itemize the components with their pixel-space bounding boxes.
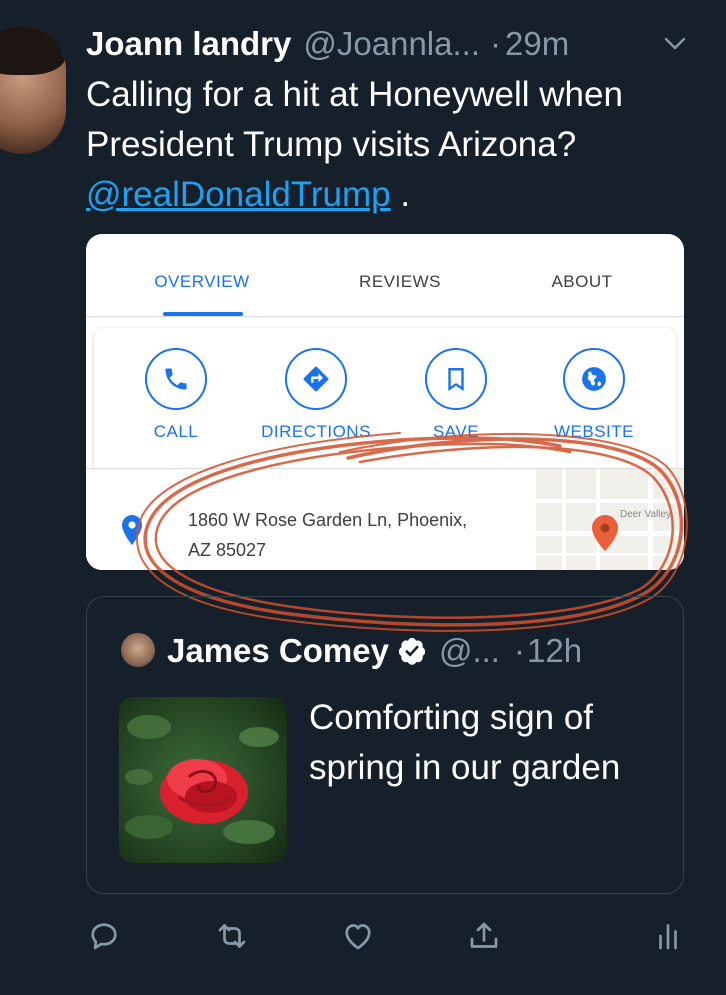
share-icon[interactable]	[466, 918, 502, 954]
quoted-author-handle: @...	[438, 632, 500, 669]
tweet-time[interactable]: 29m	[505, 25, 569, 63]
tab-about: ABOUT	[551, 272, 613, 291]
call-action: CALL	[116, 348, 236, 442]
like-icon[interactable]	[340, 918, 376, 954]
address-text: 1860 W Rose Garden Ln, Phoenix, AZ 85027	[188, 505, 528, 565]
retweet-icon[interactable]	[214, 918, 250, 954]
rose-photo[interactable]	[119, 697, 287, 863]
chevron-down-icon[interactable]	[664, 37, 686, 51]
call-label: CALL	[153, 422, 199, 441]
call-circle	[145, 348, 207, 410]
rose-image	[125, 715, 279, 844]
directions-label: DIRECTIONS	[261, 422, 371, 441]
author-name[interactable]: Joann landry	[86, 25, 291, 63]
author-avatar[interactable]	[0, 26, 66, 154]
tweet-action-bar	[86, 912, 706, 962]
maps-actions-panel: CALL DIRECTIONS SAVE WEBSITE	[94, 328, 676, 468]
tabs-divider	[86, 316, 684, 317]
quoted-separator: ·	[513, 632, 525, 669]
website-label: WEBSITE	[553, 422, 634, 441]
tweet-header: Joann landry @Joannla... · 29m	[86, 22, 706, 66]
author-handle[interactable]: @Joannla...	[303, 25, 480, 63]
phone-icon	[165, 368, 187, 390]
tab-overview: OVERVIEW	[154, 272, 250, 291]
quoted-tweet[interactable]: James Comey @... · 12h Comforting sign o…	[86, 596, 684, 894]
map-thumbnail: Deer Valley	[536, 469, 684, 570]
tweet-text-end: .	[390, 175, 411, 214]
map-place-label: Deer Valley	[620, 509, 671, 520]
quoted-tweet-time: 12h	[526, 632, 583, 669]
directions-icon	[303, 366, 329, 392]
verified-badge-icon	[398, 637, 426, 665]
quoted-author-avatar	[121, 633, 155, 667]
globe-icon	[582, 367, 606, 391]
separator: ·	[490, 25, 501, 62]
address-line-1: 1860 W Rose Garden Ln, Phoenix,	[188, 510, 468, 530]
address-line-2: AZ 85027	[188, 540, 267, 560]
address-row: 1860 W Rose Garden Ln, Phoenix, AZ 85027…	[86, 468, 684, 570]
directions-action: DIRECTIONS	[256, 348, 376, 442]
maps-screenshot-card[interactable]: OVERVIEW REVIEWS ABOUT CALL DIRECTIONS S…	[86, 234, 684, 570]
website-action: WEBSITE	[534, 348, 654, 442]
directions-circle	[285, 348, 347, 410]
tweet-text: Calling for a hit at Honeywell when Pres…	[86, 70, 686, 220]
save-label: SAVE	[432, 422, 480, 441]
save-circle	[425, 348, 487, 410]
quoted-tweet-header: James Comey @... · 12h	[167, 629, 667, 673]
website-circle	[563, 348, 625, 410]
analytics-icon[interactable]	[650, 918, 686, 954]
bookmark-icon	[448, 368, 464, 391]
save-action: SAVE	[396, 348, 516, 442]
quoted-author-name: James Comey	[167, 632, 389, 669]
mention-link[interactable]: @realDonaldTrump	[86, 175, 391, 214]
tab-reviews: REVIEWS	[359, 272, 441, 291]
map-marker-icon	[592, 515, 618, 551]
reply-icon[interactable]	[86, 918, 122, 954]
tweet-text-body: Calling for a hit at Honeywell when Pres…	[86, 75, 623, 164]
maps-tabs: OVERVIEW REVIEWS ABOUT	[86, 234, 684, 317]
quoted-tweet-text: Comforting sign of spring in our garden	[309, 698, 621, 787]
location-pin-icon	[122, 515, 142, 545]
